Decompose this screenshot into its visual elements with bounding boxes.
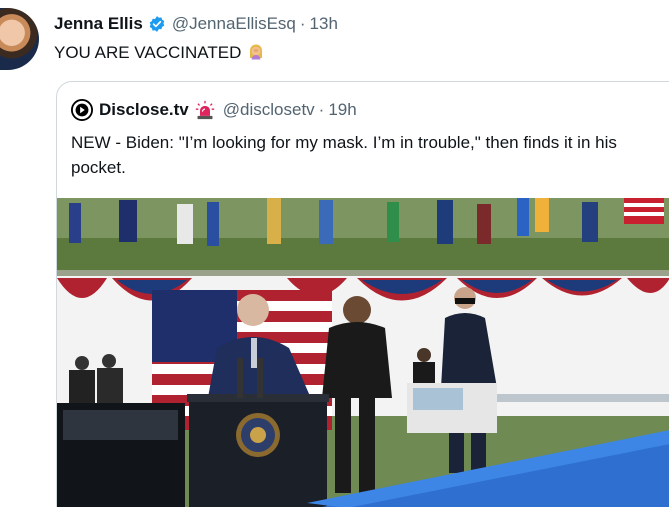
video-player[interactable] bbox=[57, 198, 669, 507]
tweet-timestamp[interactable]: 13h bbox=[310, 14, 338, 34]
video-frame bbox=[57, 198, 669, 507]
verified-badge-icon bbox=[149, 16, 165, 32]
tweet-text-container: YOU ARE VACCINATED bbox=[54, 43, 265, 63]
quoted-author-name[interactable]: Disclose.tv bbox=[99, 100, 189, 120]
tweet-text: YOU ARE VACCINATED bbox=[54, 43, 242, 62]
author-handle[interactable]: @JennaEllisEsq bbox=[172, 14, 296, 34]
header-separator: · bbox=[299, 14, 306, 33]
police-light-emoji bbox=[195, 100, 214, 120]
quoted-author-handle[interactable]: @disclosetv bbox=[223, 100, 315, 120]
author-name[interactable]: Jenna Ellis bbox=[54, 14, 143, 34]
tweet[interactable]: Jenna Ellis @JennaEllisEsq · 13h YOU ARE… bbox=[0, 0, 669, 507]
author-avatar[interactable] bbox=[0, 8, 39, 70]
quoted-tweet-header: Disclose.tv @disclosetv · 19h bbox=[71, 98, 357, 122]
disclose-logo-icon[interactable] bbox=[71, 99, 93, 121]
tweet-header: Jenna Ellis @JennaEllisEsq · 13h bbox=[54, 12, 338, 36]
quoted-tweet[interactable]: Disclose.tv @disclosetv · 19h NEW - Bide… bbox=[56, 81, 669, 507]
quoted-header-separator: · bbox=[318, 100, 325, 119]
woman-facepalming-emoji bbox=[250, 44, 263, 60]
quoted-tweet-text: NEW - Biden: "I’m looking for my mask. I… bbox=[71, 133, 617, 177]
quoted-timestamp[interactable]: 19h bbox=[328, 100, 356, 120]
